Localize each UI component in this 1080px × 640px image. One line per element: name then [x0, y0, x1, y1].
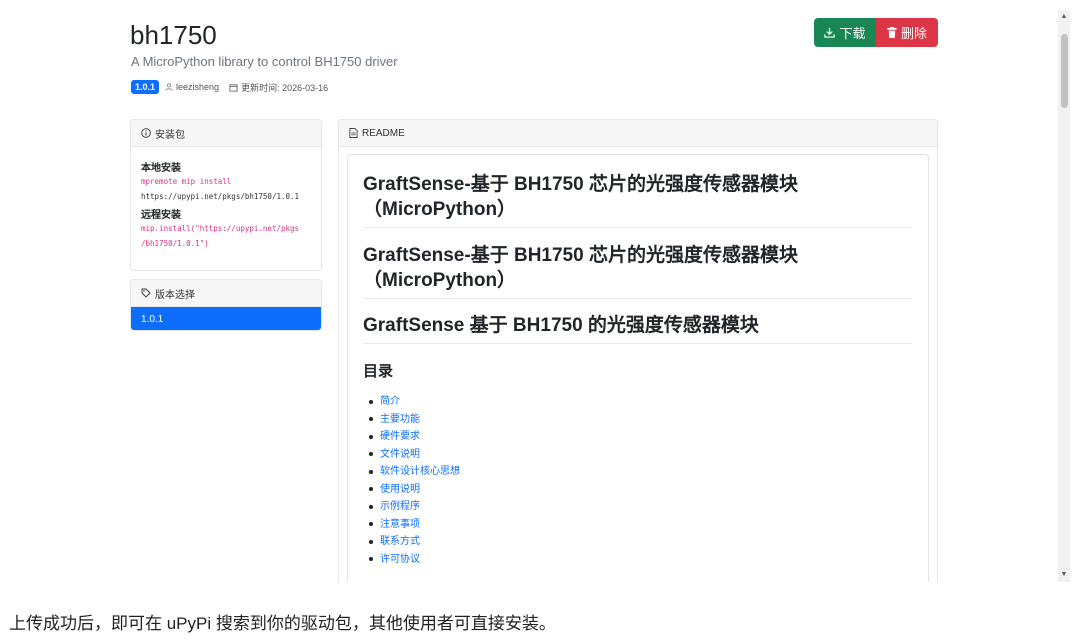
install-card-header: 安装包 — [131, 120, 321, 147]
scroll-thumb[interactable] — [1061, 34, 1068, 108]
trash-icon — [887, 27, 897, 38]
package-title: bh1750 — [130, 20, 217, 50]
file-text-icon — [349, 128, 358, 138]
toc-link[interactable]: 硬件要求 — [369, 428, 928, 446]
download-label: 下载 — [839, 26, 866, 41]
package-meta: 1.0.1 leezisheng 更新时间: 2026-03-16 — [131, 80, 338, 94]
user-icon — [165, 83, 173, 91]
delete-label: 删除 — [900, 26, 927, 41]
toc-link[interactable]: 文件说明 — [369, 446, 928, 464]
info-icon — [141, 128, 151, 138]
toc-link[interactable]: 主要功能 — [369, 411, 928, 429]
calendar-icon — [229, 83, 238, 92]
toc-link[interactable]: 使用说明 — [369, 481, 928, 499]
browser-viewport: bh1750 A MicroPython library to control … — [8, 10, 1070, 582]
tag-icon — [141, 288, 151, 298]
toc-list: 简介 主要功能 硬件要求 文件说明 软件设计核心思想 使用说明 示例程序 注意事… — [369, 393, 928, 568]
readme-header-text: README — [362, 127, 405, 139]
readme-heading-3: GraftSense 基于 BH1750 的光强度传感器模块 — [363, 313, 912, 344]
download-button[interactable]: 下载 — [814, 18, 876, 47]
local-install-url: https://upypi.net/pkgs/bh1750/1.0.1 — [141, 192, 300, 201]
readme-content: GraftSense-基于 BH1750 芯片的光强度传感器模块 （MicroP… — [347, 154, 929, 582]
delete-button[interactable]: 删除 — [876, 18, 938, 47]
remote-install-command-line2: /bh1750/1.0.1") — [141, 239, 209, 248]
readme-card-header: README — [339, 120, 937, 147]
toc-link[interactable]: 简介 — [369, 393, 928, 411]
version-item-1-0-1[interactable]: 1.0.1 — [131, 307, 321, 330]
local-install-command: mpremote mip install — [141, 177, 232, 186]
toc-link[interactable]: 示例程序 — [369, 498, 928, 516]
author: leezisheng — [165, 82, 219, 92]
readme-heading-1: GraftSense-基于 BH1750 芯片的光强度传感器模块 （MicroP… — [363, 172, 912, 228]
version-card-header: 版本选择 — [131, 280, 321, 307]
local-install-label: 本地安装 — [141, 163, 181, 174]
author-name: leezisheng — [176, 82, 220, 92]
install-header-text: 安装包 — [155, 129, 185, 141]
install-card: 安装包 本地安装 mpremote mip install https://up… — [130, 119, 322, 271]
vertical-scrollbar[interactable]: ▲ ▼ — [1058, 10, 1070, 582]
scroll-down-arrow-icon[interactable]: ▼ — [1058, 570, 1070, 580]
updated-text: 更新时间: 2026-03-16 — [241, 82, 329, 93]
remote-install-label: 远程安装 — [141, 210, 181, 221]
readme-heading-2: GraftSense-基于 BH1750 芯片的光强度传感器模块 （MicroP… — [363, 243, 912, 299]
remote-install-command-line1: mip.install("https://upypi.net/pkgs — [141, 224, 300, 233]
readme-card: README GraftSense-基于 BH1750 芯片的光强度传感器模块 … — [338, 119, 938, 582]
toc-link[interactable]: 联系方式 — [369, 533, 928, 551]
toc-title: 目录 — [363, 363, 394, 380]
toc-link[interactable]: 注意事项 — [369, 516, 928, 534]
version-badge: 1.0.1 — [131, 80, 160, 94]
updated-date: 更新时间: 2026-03-16 — [229, 81, 328, 94]
version-card: 版本选择 1.0.1 — [130, 279, 322, 331]
article-caption: 上传成功后，即可在 uPyPi 搜索到你的驱动包，其他使用者可直接安装。 — [9, 614, 556, 633]
version-header-text: 版本选择 — [155, 289, 195, 301]
toc-link[interactable]: 软件设计核心思想 — [369, 463, 928, 481]
scroll-up-arrow-icon[interactable]: ▲ — [1058, 12, 1070, 22]
package-description: A MicroPython library to control BH1750 … — [131, 54, 398, 69]
toc-link[interactable]: 许可协议 — [369, 551, 928, 569]
download-icon — [824, 27, 836, 38]
